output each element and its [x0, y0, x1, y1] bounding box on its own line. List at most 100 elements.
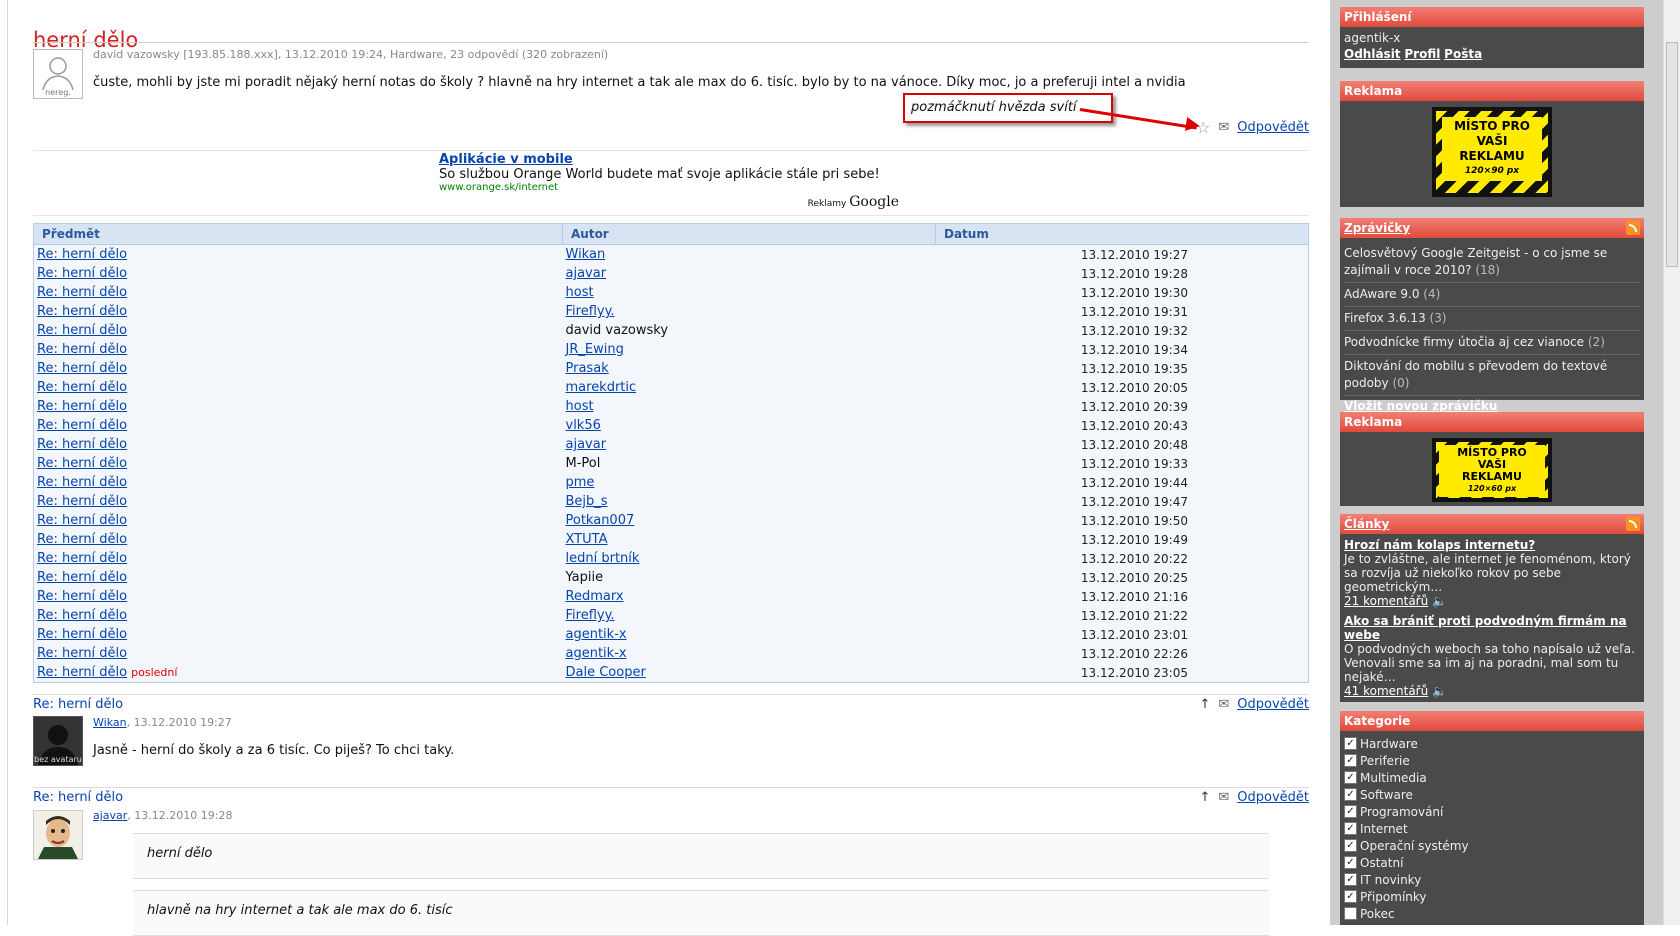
- article-title-link[interactable]: Ako sa brániť proti podvodným firmám na …: [1344, 614, 1627, 642]
- ad-title-link[interactable]: Aplikácie v mobile: [439, 152, 573, 167]
- category-item: ✓ Hardware: [1344, 735, 1640, 752]
- ad-banner[interactable]: MÍSTO PRO VAŠI REKLAMU 120×90 px: [1432, 107, 1552, 197]
- reply-subject[interactable]: Re: herní dělo: [33, 790, 123, 805]
- thread-author-link[interactable]: vlk56: [566, 418, 601, 433]
- thread-subject-link[interactable]: Re: herní dělo: [37, 627, 127, 642]
- arrow-up-icon[interactable]: ↑: [1199, 791, 1210, 804]
- thread-author-link[interactable]: Fireflyy.: [566, 608, 615, 623]
- thread-author-link[interactable]: ajavar: [566, 266, 607, 281]
- thread-subject-link[interactable]: Re: herní dělo: [37, 475, 127, 490]
- thread-author-link[interactable]: Bejb_s: [566, 494, 608, 509]
- article-title-link[interactable]: Hrozí nám kolaps internetu?: [1344, 538, 1535, 552]
- category-checkbox[interactable]: ✓: [1344, 737, 1357, 750]
- scrollbar-thumb[interactable]: [1666, 42, 1678, 267]
- thread-subject-link[interactable]: Re: herní dělo: [37, 266, 127, 281]
- news-title-link[interactable]: Zprávičky: [1344, 221, 1410, 235]
- profile-link[interactable]: Profil: [1404, 47, 1440, 61]
- thread-subject-link[interactable]: Re: herní dělo: [37, 532, 127, 547]
- thread-subject-link[interactable]: Re: herní dělo: [37, 380, 127, 395]
- mail-link[interactable]: Pošta: [1444, 47, 1482, 61]
- news-item[interactable]: Diktování do mobilu s převodem do textov…: [1344, 355, 1640, 396]
- article-comments-link[interactable]: 21 komentářů: [1344, 594, 1428, 608]
- articles-list: Hrozí nám kolaps internetu? Je to zvlášt…: [1340, 534, 1644, 708]
- reply-button[interactable]: Odpovědět: [1237, 120, 1309, 135]
- rss-icon[interactable]: [1626, 221, 1640, 235]
- reply-author-link[interactable]: ajavar: [93, 809, 127, 822]
- category-checkbox[interactable]: ✓: [1344, 788, 1357, 801]
- category-checkbox[interactable]: ✓: [1344, 771, 1357, 784]
- vertical-scrollbar[interactable]: [1663, 0, 1680, 925]
- thread-author-link[interactable]: Potkan007: [566, 513, 635, 528]
- thread-subject-link[interactable]: Re: herní dělo: [37, 418, 127, 433]
- news-item[interactable]: Firefox 3.6.13 (3): [1344, 307, 1640, 331]
- mail-icon[interactable]: ✉: [1218, 698, 1229, 711]
- avatar: [33, 810, 83, 860]
- banner-size: 120×90 px: [1464, 166, 1520, 176]
- article-excerpt: Je to zvláštne, ale internet je fenoméno…: [1344, 552, 1631, 594]
- thread-subject-link[interactable]: Re: herní dělo: [37, 589, 127, 604]
- thread-author-link[interactable]: Wikan: [566, 247, 606, 262]
- reply-actions: ↑ ✉ Odpovědět: [1199, 697, 1309, 712]
- cell-date: 13.12.2010 19:34: [1080, 342, 1188, 357]
- reply-button[interactable]: Odpovědět: [1237, 790, 1309, 805]
- thread-subject-link[interactable]: Re: herní dělo: [37, 456, 127, 471]
- rss-icon[interactable]: [1626, 517, 1640, 531]
- thread-subject-link[interactable]: Re: herní dělo: [37, 361, 127, 376]
- category-checkbox[interactable]: ✓: [1344, 839, 1357, 852]
- thread-author-link[interactable]: XTUTA: [566, 532, 608, 547]
- add-news-link[interactable]: Vložit novou zprávičku: [1344, 399, 1497, 413]
- thread-author-link[interactable]: agentik-x: [566, 646, 627, 661]
- thread-author-link[interactable]: Prasak: [566, 361, 609, 376]
- thread-author-link[interactable]: Redmarx: [566, 589, 624, 604]
- category-checkbox[interactable]: ✓: [1344, 873, 1357, 886]
- thread-subject-link[interactable]: Re: herní dělo: [37, 494, 127, 509]
- thread-author-link[interactable]: host: [566, 285, 594, 300]
- thread-subject-link[interactable]: Re: herní dělo: [37, 513, 127, 528]
- category-checkbox[interactable]: ✓: [1344, 856, 1357, 869]
- article-comments-link[interactable]: 41 komentářů: [1344, 684, 1428, 698]
- thread-author-link[interactable]: lední brtník: [566, 551, 640, 566]
- reply-author-link[interactable]: Wikan: [93, 716, 127, 729]
- reply-subject[interactable]: Re: herní dělo: [33, 697, 123, 712]
- thread-subject-link[interactable]: Re: herní dělo: [37, 608, 127, 623]
- ad-url[interactable]: www.orange.sk/internet: [439, 182, 905, 193]
- category-checkbox[interactable]: [1344, 907, 1357, 920]
- articles-title-link[interactable]: Články: [1344, 517, 1389, 531]
- thread-author-link[interactable]: pme: [566, 475, 595, 490]
- logout-link[interactable]: Odhlásit: [1344, 47, 1401, 61]
- thread-author-link[interactable]: marekdrtic: [566, 380, 637, 395]
- thread-subject-link[interactable]: Re: herní dělo: [37, 646, 127, 661]
- category-checkbox[interactable]: ✓: [1344, 805, 1357, 818]
- category-checkbox[interactable]: ✓: [1344, 754, 1357, 767]
- thread-author-link[interactable]: agentik-x: [566, 627, 627, 642]
- ad-banner[interactable]: MÍSTO PRO VAŠI REKLAMU 120×60 px: [1432, 438, 1552, 502]
- thread-subject-link[interactable]: Re: herní dělo: [37, 342, 127, 357]
- thread-author-link[interactable]: host: [566, 399, 594, 414]
- thread-subject-link[interactable]: Re: herní dělo: [37, 399, 127, 414]
- reply-button[interactable]: Odpovědět: [1237, 697, 1309, 712]
- thread-author-link[interactable]: JR_Ewing: [566, 342, 624, 357]
- thread-subject-link[interactable]: Re: herní dělo: [37, 323, 127, 338]
- mail-icon[interactable]: ✉: [1218, 121, 1229, 134]
- thread-subject-link[interactable]: Re: herní dělo: [37, 437, 127, 452]
- thread-subject-link[interactable]: Re: herní dělo: [37, 570, 127, 585]
- thread-subject-link[interactable]: Re: herní dělo: [37, 665, 127, 680]
- news-item[interactable]: AdAware 9.0 (4): [1344, 283, 1640, 307]
- ad-attribution[interactable]: Reklamy Google: [808, 194, 899, 210]
- cell-author: marekdrtic: [563, 378, 936, 397]
- news-item[interactable]: Podvodnícke firmy útočia aj cez vianoce …: [1344, 331, 1640, 355]
- thread-author-link[interactable]: Dale Cooper: [566, 665, 646, 680]
- news-item[interactable]: Celosvětový Google Zeitgeist - o co jsme…: [1344, 242, 1640, 283]
- category-checkbox[interactable]: ✓: [1344, 890, 1357, 903]
- mail-icon[interactable]: ✉: [1218, 791, 1229, 804]
- thread-subject-link[interactable]: Re: herní dělo: [37, 247, 127, 262]
- thread-subject-link[interactable]: Re: herní dělo: [37, 285, 127, 300]
- thread-author-link[interactable]: ajavar: [566, 437, 607, 452]
- arrow-up-icon[interactable]: ↑: [1199, 698, 1210, 711]
- category-checkbox[interactable]: ✓: [1344, 822, 1357, 835]
- thread-author-link[interactable]: Fireflyy.: [566, 304, 615, 319]
- thread-subject-link[interactable]: Re: herní dělo: [37, 304, 127, 319]
- table-row: Re: herní dělo Yapiie 13.12.2010 20:25: [34, 568, 1309, 587]
- thread-subject-link[interactable]: Re: herní dělo: [37, 551, 127, 566]
- cell-author: host: [563, 283, 936, 302]
